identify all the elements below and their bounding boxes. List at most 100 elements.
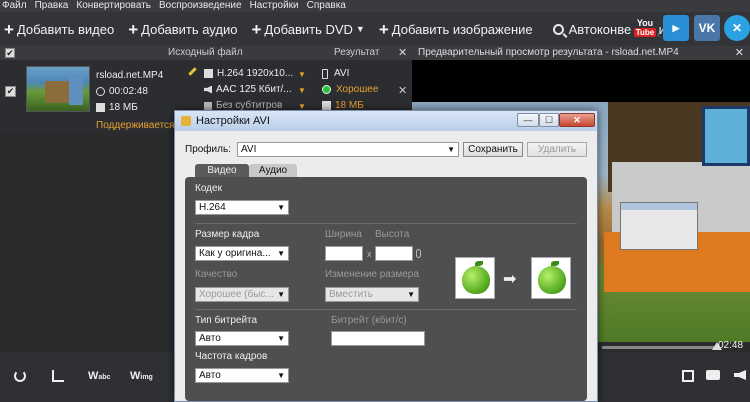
profile-label: Профиль: bbox=[185, 144, 231, 155]
chevron-down-icon: ▼ bbox=[277, 203, 285, 212]
header-source: Исходный файл bbox=[168, 47, 243, 58]
bitrate-type-select[interactable]: Авто ▼ bbox=[195, 331, 289, 346]
link-icon[interactable] bbox=[416, 249, 421, 258]
original-apple-image bbox=[455, 257, 495, 299]
header-result: Результат bbox=[334, 47, 380, 58]
video-camera-icon[interactable]: ▶ bbox=[663, 15, 689, 41]
rotate-icon[interactable] bbox=[14, 370, 26, 382]
quality-label: Качество bbox=[195, 269, 238, 280]
remove-file-icon[interactable]: ✕ bbox=[398, 84, 407, 97]
file-icon bbox=[96, 103, 105, 112]
chevron-down-icon: ▼ bbox=[407, 290, 415, 299]
playback-time: 02:48 bbox=[718, 340, 744, 351]
avi-settings-dialog: Настройки AVI — ☐ ✕ Профиль: AVI ▼ Сохра… bbox=[174, 110, 598, 402]
menu-edit[interactable]: Правка bbox=[35, 0, 69, 12]
fullscreen-icon[interactable] bbox=[682, 370, 694, 382]
file-icon bbox=[322, 101, 331, 110]
file-name: rsload.net.MP4 bbox=[96, 70, 164, 81]
resize-select[interactable]: Вместить ▼ bbox=[325, 287, 419, 302]
video-settings-panel: Кодек H.264 ▼ Размер кадра Как у оригина… bbox=[185, 177, 587, 401]
plus-icon: + bbox=[251, 19, 262, 39]
height-input[interactable] bbox=[375, 246, 413, 261]
tab-audio[interactable]: Аудио bbox=[249, 164, 297, 177]
select-all-checkbox[interactable]: ✔ bbox=[5, 48, 15, 58]
snapshot-camera-icon[interactable] bbox=[706, 370, 720, 380]
quality-select[interactable]: Хорошее (быс... ▼ bbox=[195, 287, 289, 302]
codec-select[interactable]: H.264 ▼ bbox=[195, 200, 289, 215]
close-button[interactable]: ✕ bbox=[559, 113, 595, 127]
vk-icon[interactable]: VK bbox=[694, 15, 720, 41]
tab-video[interactable]: Видео bbox=[195, 164, 249, 177]
dialog-title: Настройки AVI bbox=[196, 115, 270, 127]
file-list-header: ✔ Исходный файл Результат ✕ bbox=[0, 46, 412, 60]
menu-playback[interactable]: Воспроизведение bbox=[159, 0, 242, 12]
search-icon bbox=[552, 23, 564, 35]
plus-icon: + bbox=[128, 19, 139, 39]
divider bbox=[195, 309, 577, 310]
audio-codec[interactable]: AAC 125 Кбит/... bbox=[188, 84, 292, 95]
add-audio-button[interactable]: + Добавить аудио bbox=[128, 21, 237, 38]
menu-bar: Файл Правка Конвертировать Воспроизведен… bbox=[0, 0, 750, 12]
chevron-down-icon: ▼ bbox=[277, 371, 285, 380]
device-icon bbox=[322, 68, 328, 79]
result-format: AVI bbox=[322, 68, 349, 79]
chevron-down-icon[interactable]: ▼ bbox=[298, 86, 306, 95]
text-watermark-icon[interactable]: Wabc bbox=[88, 370, 110, 382]
delete-button[interactable]: Удалить bbox=[527, 142, 587, 157]
chevron-down-icon: ▼ bbox=[277, 334, 285, 343]
chevron-down-icon[interactable]: ▼ bbox=[298, 70, 306, 79]
bitrate-input[interactable] bbox=[331, 331, 425, 346]
quality-dot-icon bbox=[322, 85, 331, 94]
file-size: 18 МБ bbox=[96, 102, 138, 113]
dialog-body: Профиль: AVI ▼ Сохранить Удалить Видео А… bbox=[175, 131, 597, 401]
youtube-icon[interactable]: You Tube bbox=[632, 15, 658, 41]
framerate-label: Частота кадров bbox=[195, 351, 268, 362]
video-codec[interactable]: H.264 1920x10... bbox=[188, 68, 293, 79]
chevron-down-icon: ▼ bbox=[277, 290, 285, 299]
preview-title: Предварительный просмотр результата - rs… bbox=[418, 47, 679, 58]
add-image-button[interactable]: + Добавить изображение bbox=[379, 21, 533, 38]
share-icon[interactable]: ✕ bbox=[724, 15, 750, 41]
frame-size-select[interactable]: Как у оригина... ▼ bbox=[195, 246, 289, 261]
video-thumbnail[interactable] bbox=[26, 66, 90, 112]
resize-label: Изменение размера bbox=[325, 269, 419, 280]
bitrate-label: Битрейт (кбит/с) bbox=[331, 315, 407, 326]
frame-size-label: Размер кадра bbox=[195, 229, 260, 240]
menu-convert[interactable]: Конвертировать bbox=[76, 0, 151, 12]
file-checkbox[interactable]: ✔ bbox=[5, 86, 16, 97]
crop-icon[interactable] bbox=[52, 370, 64, 382]
clock-icon bbox=[96, 87, 105, 96]
app-icon bbox=[181, 116, 191, 126]
add-video-button[interactable]: + Добавить видео bbox=[4, 21, 114, 38]
progress-track[interactable] bbox=[602, 346, 718, 349]
menu-file[interactable]: Файл bbox=[2, 0, 27, 12]
supported-status: Поддерживается bbox=[96, 120, 175, 131]
result-apple-image bbox=[531, 257, 571, 299]
result-quality[interactable]: Хорошее bbox=[322, 84, 378, 95]
close-preview-icon[interactable]: ✕ bbox=[735, 46, 744, 60]
height-label: Высота bbox=[375, 229, 410, 240]
menu-settings[interactable]: Настройки bbox=[250, 0, 299, 12]
bitrate-type-label: Тип битрейта bbox=[195, 315, 258, 326]
plus-icon: + bbox=[4, 19, 14, 39]
dialog-titlebar[interactable]: Настройки AVI — ☐ ✕ bbox=[175, 111, 597, 131]
subtitle-icon bbox=[204, 101, 212, 110]
add-dvd-button[interactable]: + Добавить DVD ▼ bbox=[251, 21, 364, 38]
preview-header: Предварительный просмотр результата - rs… bbox=[412, 46, 750, 60]
clear-list-icon[interactable]: ✕ bbox=[398, 46, 407, 59]
divider bbox=[195, 223, 577, 224]
codec-label: Кодек bbox=[195, 183, 222, 194]
caret-down-icon: ▼ bbox=[355, 24, 365, 34]
chevron-down-icon: ▼ bbox=[277, 249, 285, 258]
width-input[interactable] bbox=[325, 246, 363, 261]
menu-help[interactable]: Справка bbox=[307, 0, 346, 12]
plus-icon: + bbox=[378, 19, 389, 39]
times-sign: x bbox=[367, 249, 372, 259]
minimize-button[interactable]: — bbox=[517, 113, 539, 127]
maximize-button[interactable]: ☐ bbox=[539, 113, 559, 127]
width-label: Ширина bbox=[325, 229, 362, 240]
profile-select[interactable]: AVI ▼ bbox=[237, 142, 459, 157]
image-watermark-icon[interactable]: Wimg bbox=[130, 370, 153, 382]
save-button[interactable]: Сохранить bbox=[463, 142, 523, 157]
framerate-select[interactable]: Авто ▼ bbox=[195, 368, 289, 383]
